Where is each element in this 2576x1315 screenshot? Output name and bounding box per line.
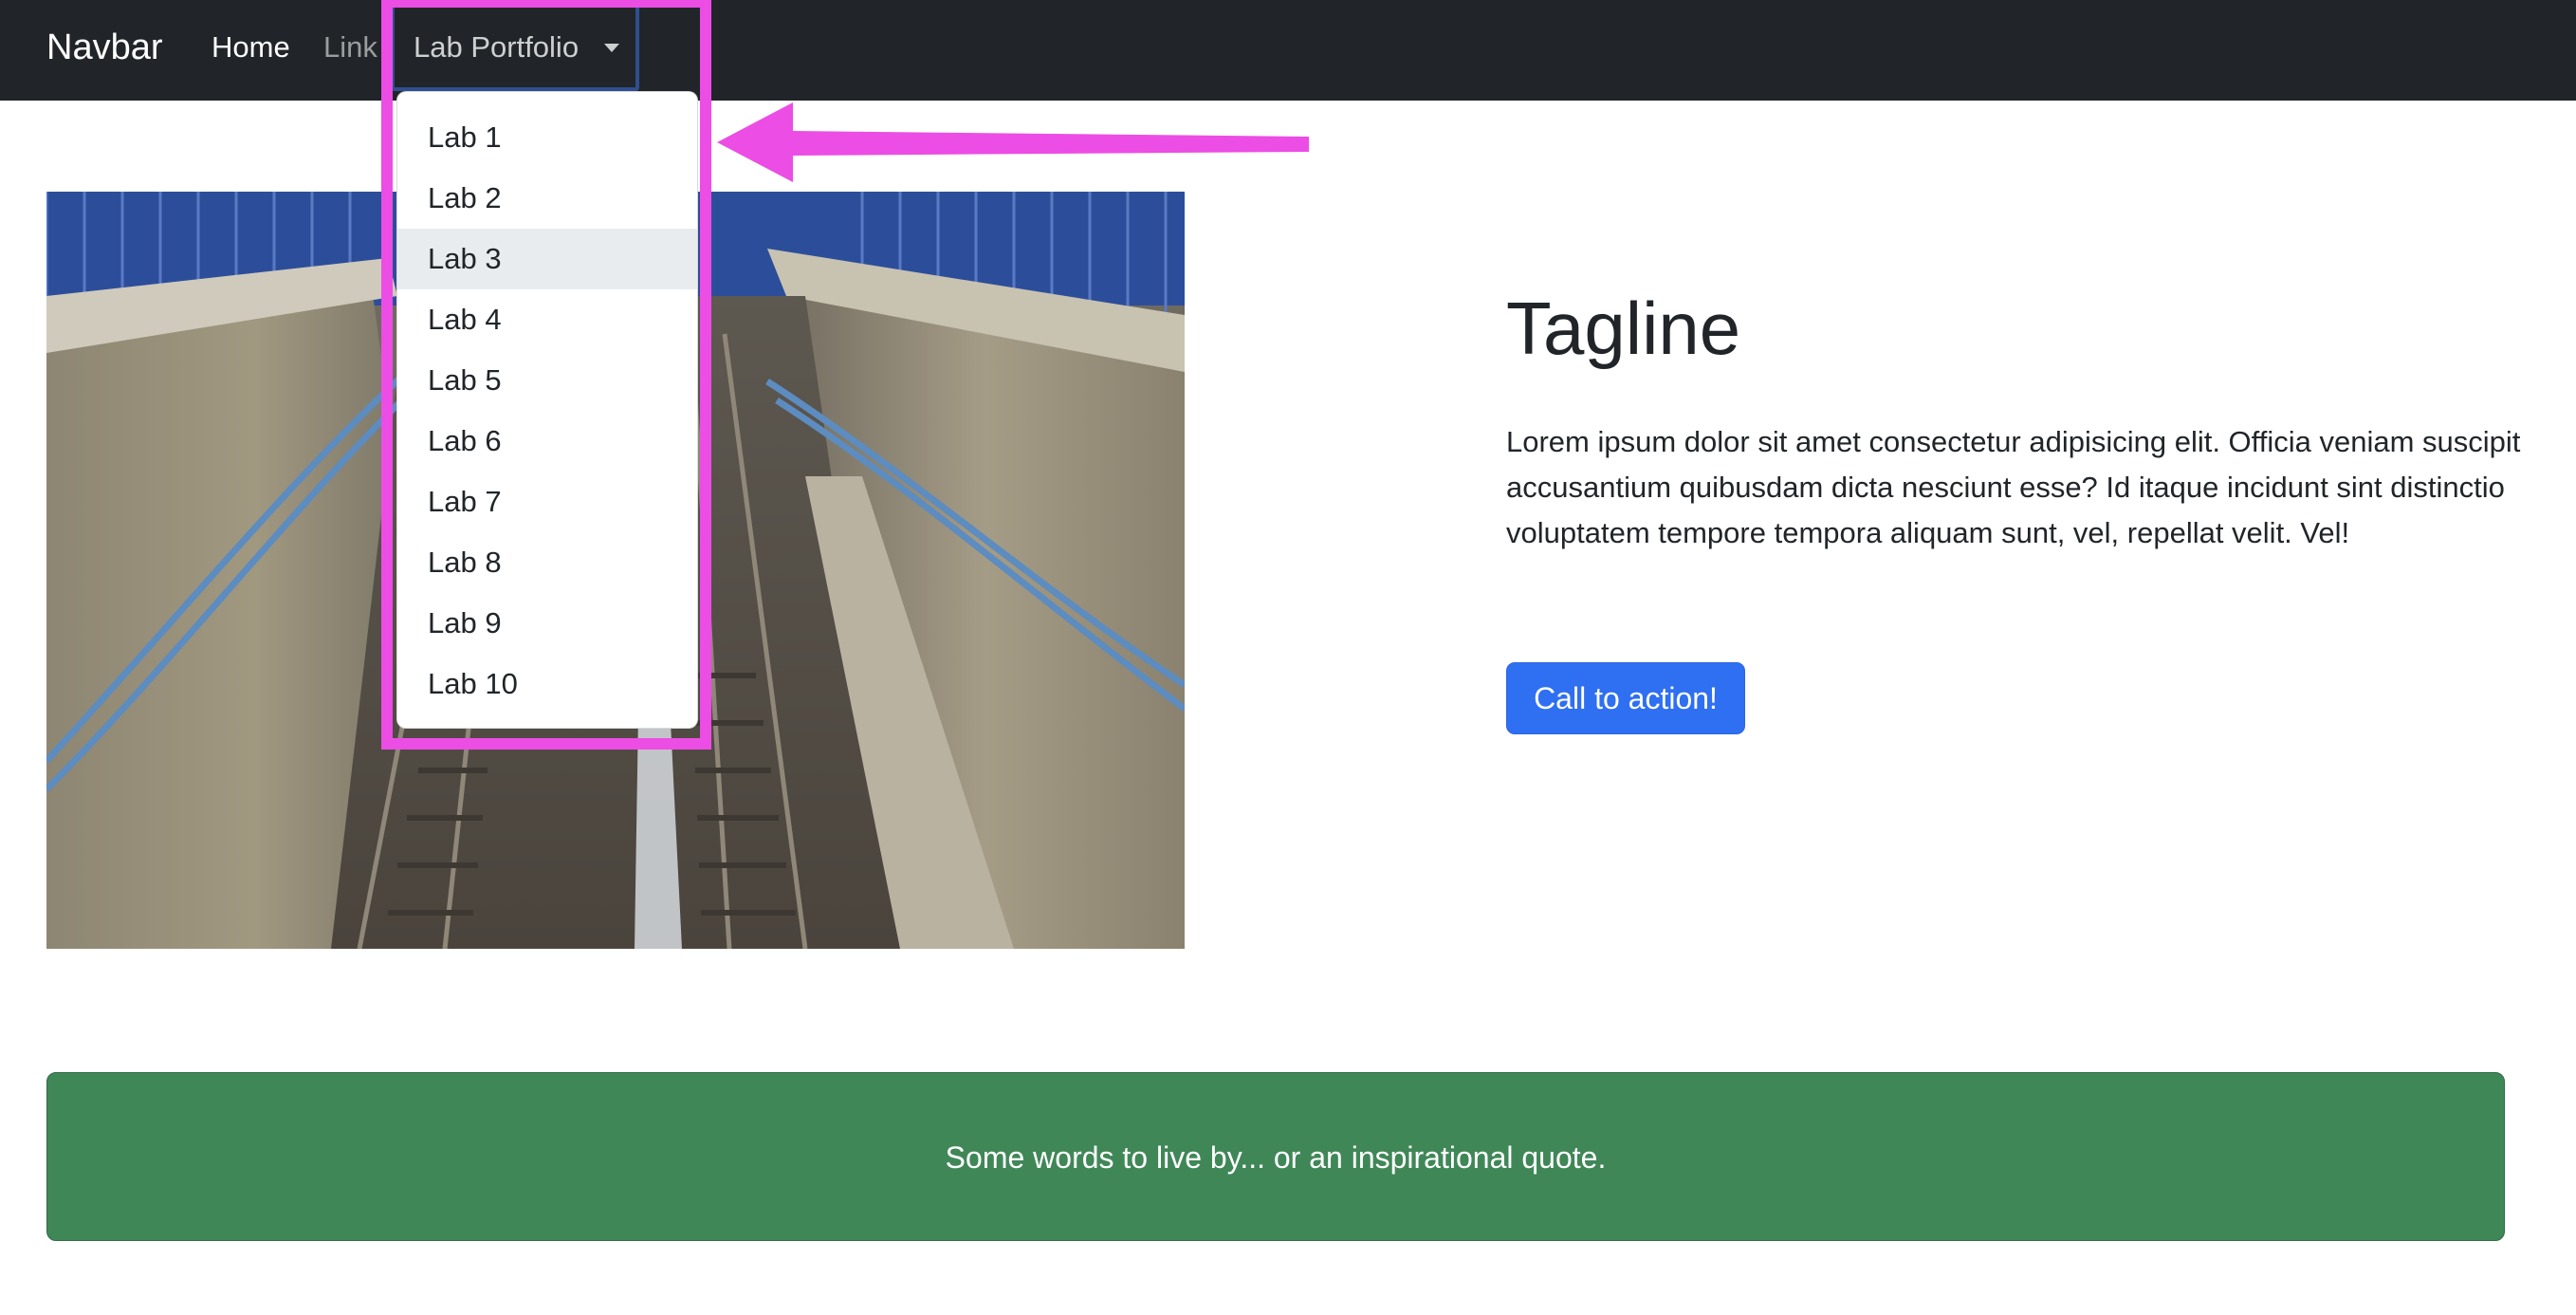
lab-portfolio-dropdown-menu: Lab 1 Lab 2 Lab 3 Lab 4 Lab 5 Lab 6 Lab … (396, 91, 698, 729)
dropdown-item-lab-6[interactable]: Lab 6 (397, 411, 697, 472)
dropdown-item-lab-8[interactable]: Lab 8 (397, 532, 697, 593)
dropdown-item-lab-1[interactable]: Lab 1 (397, 107, 697, 168)
dropdown-item-lab-2[interactable]: Lab 2 (397, 168, 697, 229)
arrow-left-icon (717, 102, 1309, 182)
dropdown-item-lab-10[interactable]: Lab 10 (397, 654, 697, 714)
hero-tagline: Tagline (1506, 287, 1741, 370)
lab-portfolio-label: Lab Portfolio (414, 30, 580, 64)
hero-lead-text: Lorem ipsum dolor sit amet consectetur a… (1506, 425, 2521, 549)
dropdown-item-lab-7[interactable]: Lab 7 (397, 472, 697, 532)
dropdown-item-lab-4[interactable]: Lab 4 (397, 289, 697, 350)
caret-down-icon (604, 44, 619, 52)
navbar: Navbar Home Link Lab Portfolio (0, 0, 2576, 101)
dropdown-item-lab-5[interactable]: Lab 5 (397, 350, 697, 411)
dropdown-item-lab-3[interactable]: Lab 3 (397, 229, 697, 289)
nav-link-home[interactable]: Home (212, 27, 290, 68)
call-to-action-button[interactable]: Call to action! (1506, 662, 1745, 734)
navbar-brand[interactable]: Navbar (46, 24, 163, 71)
quote-card: Some words to live by... or an inspirati… (46, 1072, 2505, 1241)
nav-link-link[interactable]: Link (323, 27, 377, 68)
lab-portfolio-dropdown-toggle[interactable]: Lab Portfolio (391, 0, 639, 91)
dropdown-item-lab-9[interactable]: Lab 9 (397, 593, 697, 654)
quote-text: Some words to live by... or an inspirati… (945, 1140, 1607, 1175)
